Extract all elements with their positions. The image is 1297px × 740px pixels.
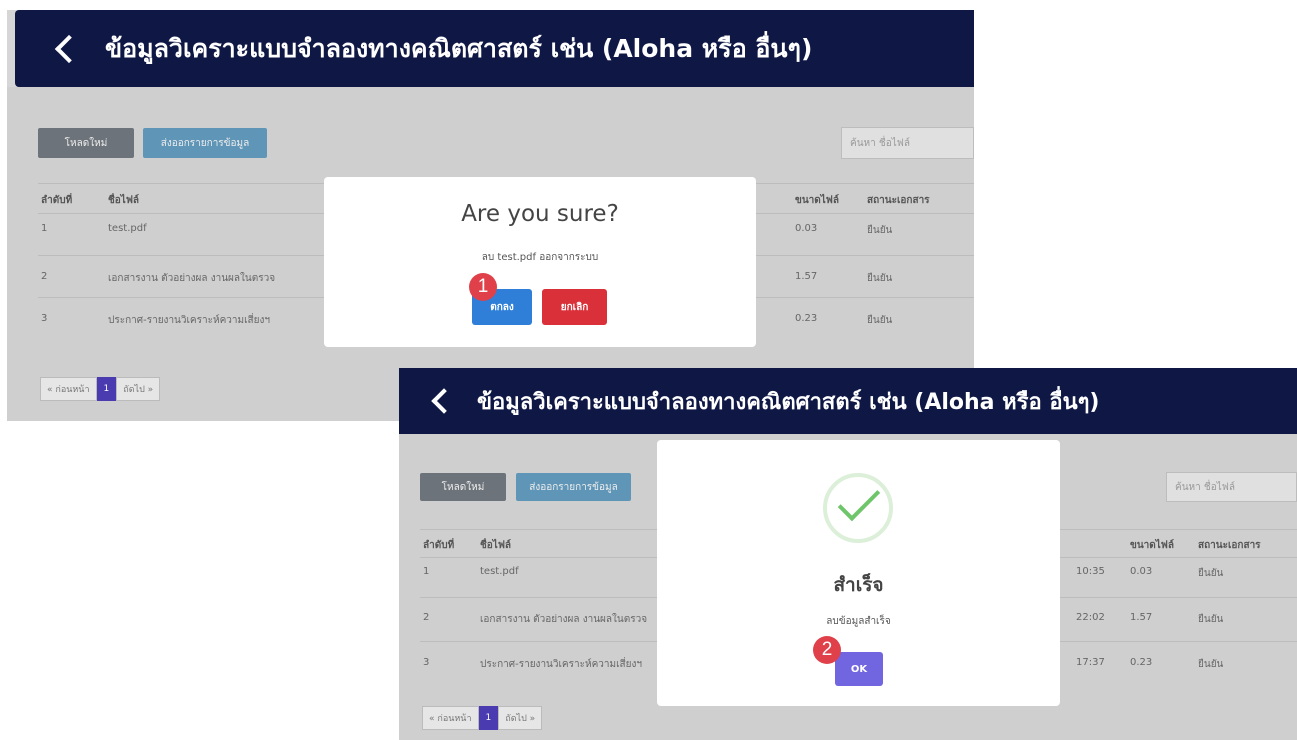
row-status: ยืนยัน (1198, 659, 1224, 670)
row-size: 1.57 (1130, 612, 1153, 623)
row-no: 1 (41, 223, 48, 234)
row-status: ยืนยัน (1198, 568, 1224, 579)
step-badge-2: 2 (813, 636, 841, 664)
export-button[interactable]: ส่งออกรายการข้อมูล (143, 128, 267, 158)
header-bar: ข้อมูลวิเคราะแบบจำลองทางคณิตศาสตร์ เช่น … (15, 10, 974, 87)
col-size: ขนาดไฟล์ (1130, 540, 1175, 551)
pager-next[interactable]: ถัดไป » (116, 377, 161, 401)
row-name[interactable]: ประกาศ-รายงานวิเคราะห์ความเสี่ยงฯ (480, 657, 655, 672)
pagination: « ก่อนหน้า 1 ถัดไป » (422, 706, 543, 730)
confirm-text: ลบ test.pdf ออกจากระบบ (481, 252, 599, 263)
row-status: ยืนยัน (867, 273, 893, 284)
confirm-cancel-label: ยกเลิก (560, 301, 589, 313)
pager-current[interactable]: 1 (478, 706, 499, 730)
step-badge-1: 1 (469, 273, 497, 301)
pagination: « ก่อนหน้า 1 ถัดไป » (40, 377, 161, 401)
col-name: ชื่อไฟล์ (108, 195, 140, 206)
export-button-label: ส่งออกรายการข้อมูล (160, 137, 250, 149)
success-title: สำเร็จ (833, 574, 884, 596)
success-ok-button[interactable]: OK (835, 652, 883, 686)
screenshot-delete-success: ข้อมูลวิเคราะแบบจำลองทางคณิตศาสตร์ เช่น … (399, 368, 1297, 740)
row-no: 2 (41, 271, 48, 282)
search-input[interactable]: ค้นหา ชื่อไฟล์ (841, 127, 974, 159)
header-bar: ข้อมูลวิเคราะแบบจำลองทางคณิตศาสตร์ เช่น … (399, 368, 1297, 434)
row-no: 3 (423, 657, 430, 668)
row-size: 0.23 (795, 313, 818, 324)
pager-prev[interactable]: « ก่อนหน้า (422, 706, 479, 730)
col-no: ลำดับที่ (41, 195, 73, 206)
row-name[interactable]: เอกสารงาน ตัวอย่างผล งานผลในตรวจ (480, 612, 655, 627)
back-chevron-icon[interactable] (431, 388, 457, 414)
export-button[interactable]: ส่งออกรายการข้อมูล (516, 473, 631, 501)
row-size: 0.03 (1130, 566, 1153, 577)
row-name[interactable]: test.pdf (108, 223, 147, 234)
reload-button[interactable]: โหลดใหม่ (38, 128, 134, 158)
confirm-ok-label: ตกลง (490, 301, 514, 313)
col-size: ขนาดไฟล์ (795, 195, 840, 206)
export-button-label: ส่งออกรายการข้อมูล (529, 481, 618, 493)
search-placeholder: ค้นหา ชื่อไฟล์ (850, 137, 910, 149)
row-status: ยืนยัน (1198, 614, 1224, 625)
row-no: 2 (423, 612, 430, 623)
search-input[interactable]: ค้นหา ชื่อไฟล์ (1166, 472, 1297, 502)
col-no: ลำดับที่ (423, 540, 455, 551)
page-title: ข้อมูลวิเคราะแบบจำลองทางคณิตศาสตร์ เช่น … (477, 389, 1100, 415)
reload-button-label: โหลดใหม่ (441, 481, 485, 493)
success-text: ลบข้อมูลสำเร็จ (826, 616, 891, 627)
page-title: ข้อมูลวิเคราะแบบจำลองทางคณิตศาสตร์ เช่น … (105, 33, 813, 63)
row-size: 0.03 (795, 223, 818, 234)
confirm-title: Are you sure? (461, 201, 619, 227)
confirm-dialog: Are you sure? ลบ test.pdf ออกจากระบบ ตกล… (324, 177, 756, 347)
col-name: ชื่อไฟล์ (480, 540, 512, 551)
row-time: 17:37 (1076, 657, 1105, 668)
row-no: 3 (41, 313, 48, 324)
row-name[interactable]: เอกสารงาน ตัวอย่างผล งานผลในตรวจ (108, 271, 318, 286)
screenshot-confirm-delete: ข้อมูลวิเคราะแบบจำลองทางคณิตศาสตร์ เช่น … (7, 10, 974, 421)
reload-button[interactable]: โหลดใหม่ (420, 473, 506, 501)
pager-next[interactable]: ถัดไป » (498, 706, 543, 730)
row-time: 10:35 (1076, 566, 1105, 577)
row-name[interactable]: ประกาศ-รายงานวิเคราะห์ความเสี่ยงฯ (108, 313, 318, 328)
pager-prev[interactable]: « ก่อนหน้า (40, 377, 97, 401)
confirm-cancel-button[interactable]: ยกเลิก (542, 289, 607, 325)
back-chevron-icon[interactable] (54, 34, 84, 63)
row-time: 22:02 (1076, 612, 1105, 623)
success-dialog: สำเร็จ ลบข้อมูลสำเร็จ OK 2 (657, 440, 1060, 706)
row-status: ยืนยัน (867, 315, 893, 326)
success-ok-label: OK (850, 663, 868, 675)
row-no: 1 (423, 566, 430, 577)
row-size: 1.57 (795, 271, 818, 282)
pager-current[interactable]: 1 (96, 377, 117, 401)
row-size: 0.23 (1130, 657, 1153, 668)
col-status: สถานะเอกสาร (1198, 540, 1261, 551)
row-status: ยืนยัน (867, 225, 893, 236)
search-placeholder: ค้นหา ชื่อไฟล์ (1175, 481, 1235, 493)
reload-button-label: โหลดใหม่ (64, 137, 108, 149)
col-status: สถานะเอกสาร (867, 195, 930, 206)
row-name[interactable]: test.pdf (480, 566, 519, 577)
